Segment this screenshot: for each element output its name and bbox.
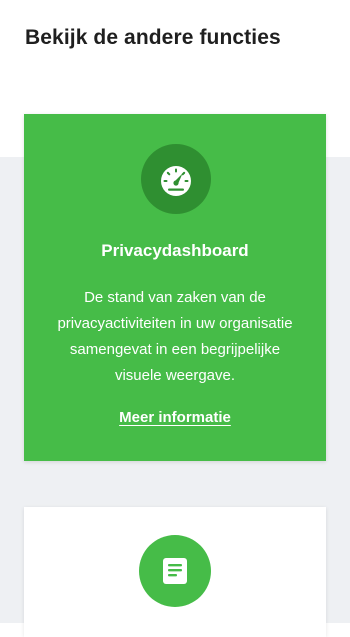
document-icon (139, 535, 211, 607)
more-info-link[interactable]: Meer informatie (24, 409, 326, 426)
card-title: Privacydashboard (101, 241, 249, 260)
feature-card-second (24, 507, 326, 637)
card-description: De stand van zaken van de privacyactivit… (57, 289, 293, 384)
feature-card-privacy-dashboard: Privacydashboard De stand van zaken van … (24, 114, 326, 461)
section-heading: Bekijk de andere functies (25, 26, 281, 49)
speedometer-icon (141, 144, 211, 214)
